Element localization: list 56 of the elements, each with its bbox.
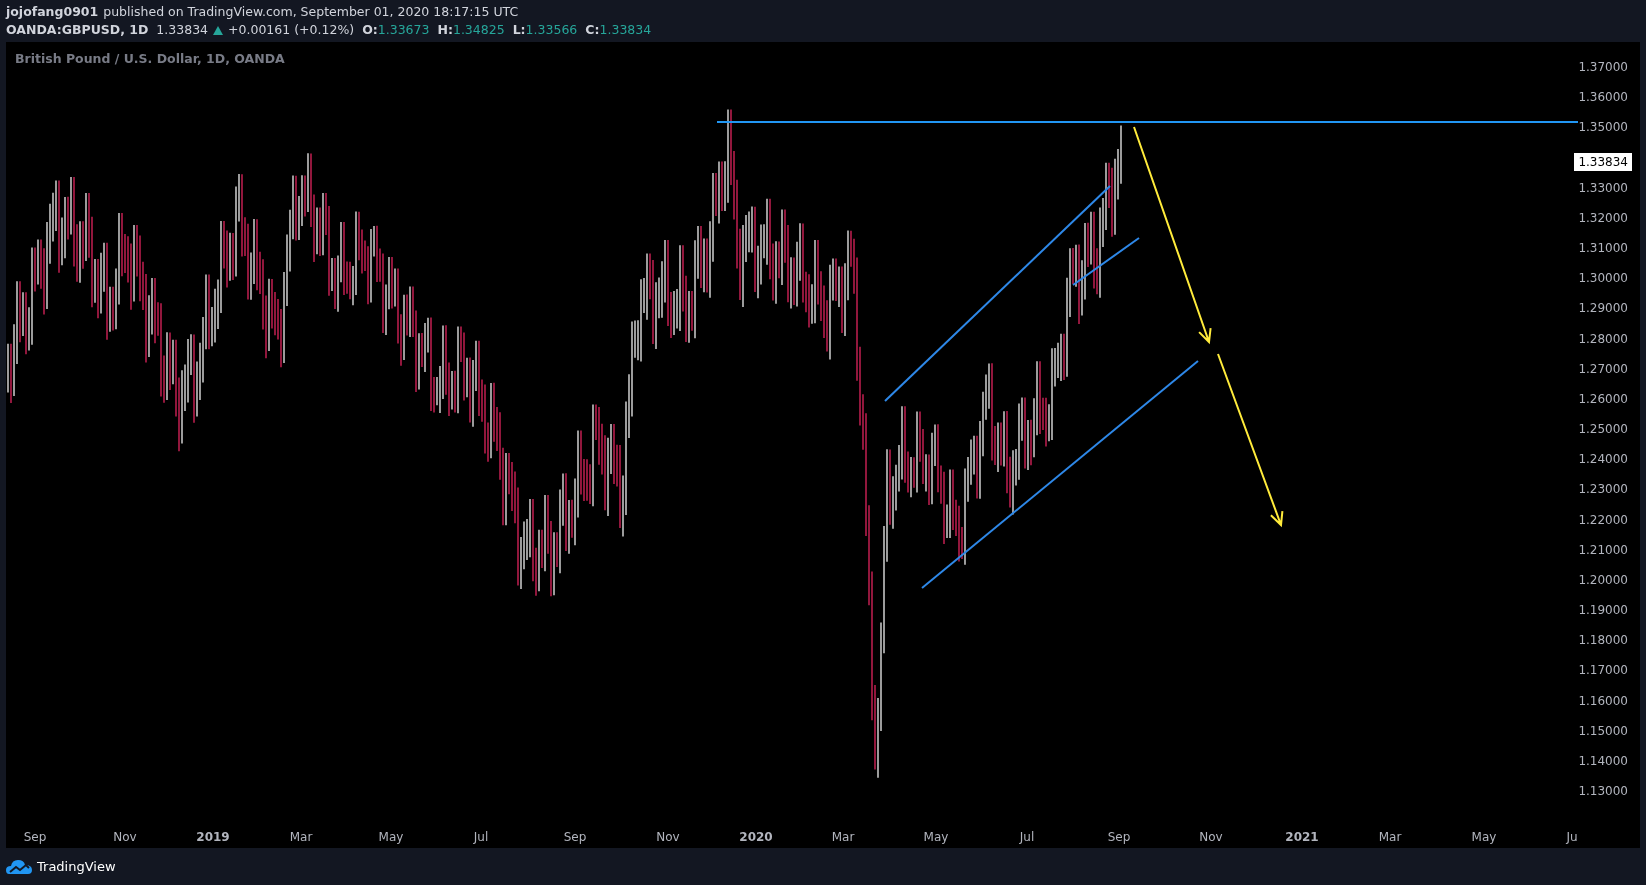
author-name: jojofang0901 (6, 3, 99, 21)
price-axis-label: 1.29000 (1578, 300, 1628, 318)
price-axis-label: 1.31000 (1578, 240, 1628, 257)
time-axis-label: May (378, 829, 404, 846)
time-axis-label: Nov (113, 829, 137, 846)
time-axis-label: May (923, 829, 949, 846)
price-axis-label: 1.20000 (1578, 571, 1628, 589)
price-axis-label: 1.18000 (1578, 632, 1628, 650)
price-axis-label: 1.17000 (1578, 662, 1628, 680)
price-axis-label: 1.25000 (1578, 421, 1628, 439)
ohlc-value: H:1.34825 (437, 21, 505, 39)
price-axis-label: 1.26000 (1578, 390, 1628, 408)
ohlc-value: C:1.33834 (585, 21, 652, 39)
time-axis-label: Nov (1199, 829, 1223, 846)
price-axis-label: 1.28000 (1578, 330, 1628, 348)
price-axis-label: 1.16000 (1578, 692, 1628, 710)
publish-info: published on TradingView.com, September 01, 2020 18:17:15 UTC (103, 3, 519, 21)
price-change: +0.00161 (+0.12%) (228, 21, 355, 39)
price-axis-label: 1.23000 (1578, 481, 1628, 499)
price-axis-label: 1.24000 (1578, 451, 1628, 469)
time-axis-label: Mar (289, 829, 313, 846)
price-axis-label: 1.36000 (1578, 89, 1628, 107)
up-triangle-icon (213, 25, 224, 35)
time-axis-label: Mar (831, 829, 855, 846)
brand-name: TradingView (37, 857, 116, 876)
price-axis-label: 1.14000 (1578, 752, 1628, 770)
symbol-name: OANDA:GBPUSD, 1D (6, 21, 149, 39)
price-axis-label: 1.32000 (1578, 209, 1628, 227)
time-axis-label: 2019 (196, 829, 230, 846)
price-axis-label: 1.15000 (1578, 722, 1628, 740)
time-axis-label: Sep (563, 829, 587, 846)
ohlc-value: L:1.33566 (512, 21, 578, 39)
time-axis-label: 2021 (1285, 829, 1319, 846)
price-axis-label: 1.13000 (1578, 783, 1628, 801)
price-axis-label: 1.21000 (1578, 541, 1628, 559)
price-axis-label: 1.35000 (1578, 119, 1628, 137)
time-axis-label: 2020 (739, 829, 773, 846)
time-axis-label: Mar (1378, 829, 1402, 846)
last-price-tag: 1.33834 (1574, 152, 1632, 171)
cloud-logo-icon (6, 858, 32, 875)
time-axis-label: Sep (23, 829, 47, 846)
price-axis-label: 1.22000 (1578, 511, 1628, 529)
last-price: 1.33834 (156, 21, 209, 39)
price-axis-label: 1.27000 (1578, 360, 1628, 378)
time-axis-label: Jul (473, 829, 489, 846)
time-axis-label: Jul (1019, 829, 1035, 846)
price-axis-label: 1.30000 (1578, 270, 1628, 288)
price-axis-label: 1.37000 (1578, 59, 1628, 76)
time-axis-label: Ju (1566, 829, 1578, 846)
time-axis-label: Sep (1107, 829, 1131, 846)
price-axis-label: 1.33000 (1578, 179, 1628, 197)
ohlc-value: O:1.33673 (362, 21, 430, 39)
time-axis-label: May (1471, 829, 1497, 846)
chart-title: British Pound / U.S. Dollar, 1D, OANDA (15, 50, 285, 68)
time-axis-label: Nov (656, 829, 680, 846)
price-axis-label: 1.19000 (1578, 602, 1628, 620)
